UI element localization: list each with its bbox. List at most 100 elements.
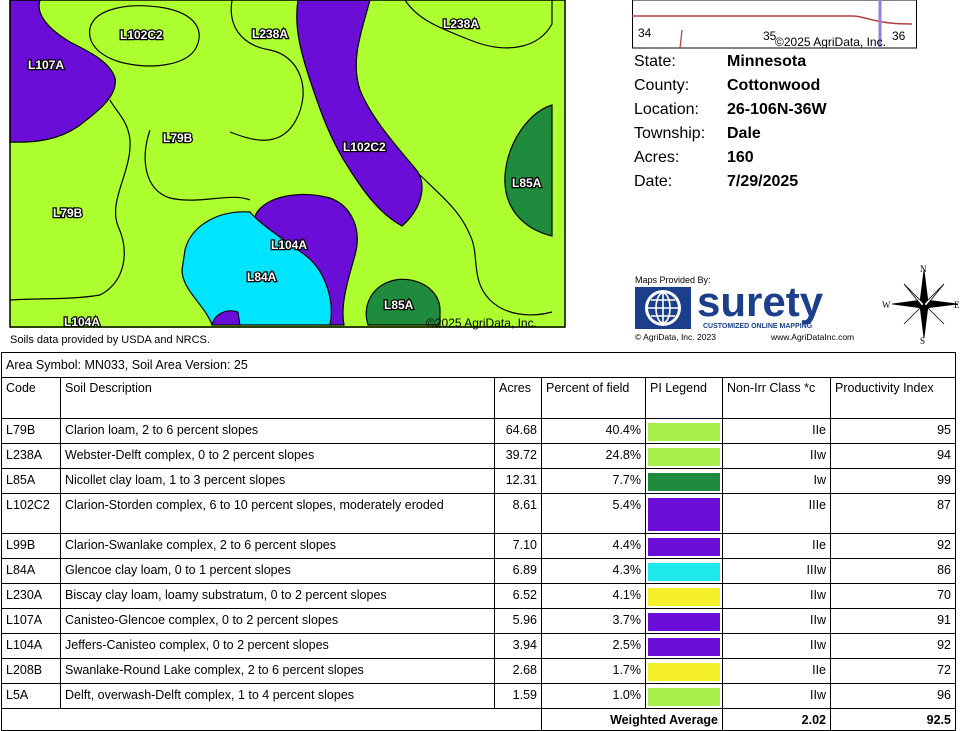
info-key: Township: bbox=[634, 125, 706, 142]
soil-description: Clarion-Storden complex, 6 to 10 percent… bbox=[60, 493, 495, 534]
pi-legend-swatch bbox=[645, 583, 723, 609]
non-irr-class: IIw bbox=[722, 583, 831, 609]
soil-percent: 24.8% bbox=[541, 443, 646, 469]
info-key: Acres: bbox=[634, 149, 680, 166]
non-irr-class: IIIe bbox=[722, 493, 831, 534]
info-key: Location: bbox=[634, 101, 699, 118]
soil-code: L104A bbox=[1, 633, 61, 659]
surety-logo: Maps Provided By: surety CUSTOMIZED ONLI… bbox=[635, 275, 854, 342]
soil-code: L5A bbox=[1, 683, 61, 709]
soil-acres: 64.68 bbox=[494, 418, 542, 444]
col-header-code: Code bbox=[1, 377, 61, 419]
productivity-index: 72 bbox=[830, 658, 956, 684]
pi-legend-color bbox=[648, 638, 720, 656]
compass-w: W bbox=[882, 300, 891, 310]
soil-code: L79B bbox=[1, 418, 61, 444]
map-label-l104a-a: L104A bbox=[271, 238, 307, 252]
soil-description: Swanlake-Round Lake complex, 2 to 6 perc… bbox=[60, 658, 495, 684]
compass-star bbox=[891, 269, 959, 339]
map-label-l84a: L84A bbox=[247, 270, 277, 284]
pi-legend-swatch bbox=[645, 608, 723, 634]
soil-table: Area Symbol: MN033, Soil Area Version: 2… bbox=[1, 352, 956, 731]
pi-legend-swatch bbox=[645, 658, 723, 684]
logo-copyright: © AgriData, Inc. 2023 bbox=[635, 332, 716, 342]
compass-s: S bbox=[920, 336, 925, 346]
table-row: L79B Clarion loam, 2 to 6 percent slopes 6… bbox=[1, 418, 956, 444]
productivity-index: 92 bbox=[830, 533, 956, 559]
soil-acres: 1.59 bbox=[494, 683, 542, 709]
info-row-county: County: Cottonwood bbox=[634, 74, 827, 98]
table-row: L104A Jeffers-Canisteo complex, 0 to 2 pe… bbox=[1, 633, 956, 659]
non-irr-class: IIw bbox=[722, 633, 831, 659]
soil-percent: 4.4% bbox=[541, 533, 646, 559]
col-header-pi: Productivity Index bbox=[830, 377, 956, 419]
soil-code: L230A bbox=[1, 583, 61, 609]
info-value: 160 bbox=[727, 149, 754, 166]
map-label-l107a: L107A bbox=[28, 58, 64, 72]
non-irr-class: Iw bbox=[722, 468, 831, 494]
soil-description: Clarion loam, 2 to 6 percent slopes bbox=[60, 418, 495, 444]
soil-percent: 1.7% bbox=[541, 658, 646, 684]
logo-brand: surety bbox=[697, 278, 824, 325]
map-copyright: ©2025 AgriData, Inc. bbox=[426, 316, 537, 330]
table-row: L107A Canisteo-Glencoe complex, 0 to 2 pe… bbox=[1, 608, 956, 634]
pi-legend-color bbox=[648, 538, 720, 556]
table-row: L85A Nicollet clay loam, 1 to 3 percent s… bbox=[1, 468, 956, 494]
soil-code: L99B bbox=[1, 533, 61, 559]
soil-description: Delft, overwash-Delft complex, 1 to 4 pe… bbox=[60, 683, 495, 709]
soil-code: L238A bbox=[1, 443, 61, 469]
non-irr-class: IIw bbox=[722, 608, 831, 634]
soil-percent: 4.3% bbox=[541, 558, 646, 584]
soil-code: L107A bbox=[1, 608, 61, 634]
soil-acres: 5.96 bbox=[494, 608, 542, 634]
pi-legend-color bbox=[648, 423, 720, 441]
soil-code: L84A bbox=[1, 558, 61, 584]
non-irr-class: IIe bbox=[722, 418, 831, 444]
info-row-acres: Acres: 160 bbox=[634, 146, 827, 170]
compass-e: E bbox=[954, 300, 960, 310]
pi-legend-color bbox=[648, 448, 720, 466]
productivity-index: 70 bbox=[830, 583, 956, 609]
soil-description: Clarion-Swanlake complex, 2 to 6 percent… bbox=[60, 533, 495, 559]
soil-percent: 5.4% bbox=[541, 493, 646, 534]
soil-acres: 2.68 bbox=[494, 658, 542, 684]
compass-rose-icon: N S W E bbox=[882, 264, 960, 346]
col-header-percent: Percent of field bbox=[541, 377, 646, 419]
pi-legend-color bbox=[648, 473, 720, 491]
non-irr-class: IIe bbox=[722, 658, 831, 684]
soil-code: L85A bbox=[1, 468, 61, 494]
info-value: 26-106N-36W bbox=[727, 101, 827, 118]
area-symbol: Area Symbol: MN033, Soil Area Version: 2… bbox=[1, 352, 956, 378]
pi-legend-color bbox=[648, 663, 720, 681]
productivity-index: 91 bbox=[830, 608, 956, 634]
pi-legend-color bbox=[648, 613, 720, 631]
soil-percent: 4.1% bbox=[541, 583, 646, 609]
locator-copyright: ©2025 AgriData, Inc. bbox=[775, 35, 886, 49]
non-irr-class: IIw bbox=[722, 683, 831, 709]
pi-legend-color bbox=[648, 588, 720, 606]
pi-legend-swatch bbox=[645, 558, 723, 584]
soil-percent: 3.7% bbox=[541, 608, 646, 634]
soil-acres: 3.94 bbox=[494, 633, 542, 659]
col-header-description: Soil Description bbox=[60, 377, 495, 419]
info-row-location: Location: 26-106N-36W bbox=[634, 98, 827, 122]
soil-code: L208B bbox=[1, 658, 61, 684]
table-header-row: Code Soil Description Acres Percent of f… bbox=[1, 377, 956, 419]
map-label-l79b-b: L79B bbox=[53, 206, 83, 220]
soil-percent: 40.4% bbox=[541, 418, 646, 444]
productivity-index: 87 bbox=[830, 493, 956, 534]
productivity-index: 86 bbox=[830, 558, 956, 584]
table-row: L230A Biscay clay loam, loamy substratum,… bbox=[1, 583, 956, 609]
map-label-l79b-a: L79B bbox=[163, 131, 193, 145]
locator-section-36: 36 bbox=[892, 29, 906, 43]
logo-tagline: CUSTOMIZED ONLINE MAPPING bbox=[703, 323, 813, 330]
soil-description: Nicollet clay loam, 1 to 3 percent slope… bbox=[60, 468, 495, 494]
area-symbol-row: Area Symbol: MN033, Soil Area Version: 2… bbox=[1, 352, 956, 378]
map-label-l238a-b: L238A bbox=[443, 17, 479, 31]
col-header-class: Non-Irr Class *c bbox=[722, 377, 831, 419]
productivity-index: 99 bbox=[830, 468, 956, 494]
info-value: 7/29/2025 bbox=[727, 173, 799, 190]
soil-map: L102C2 L238A L238A L107A L79B L102C2 L85… bbox=[9, 0, 566, 330]
soil-code: L102C2 bbox=[1, 493, 61, 534]
pi-legend-color bbox=[648, 563, 720, 581]
